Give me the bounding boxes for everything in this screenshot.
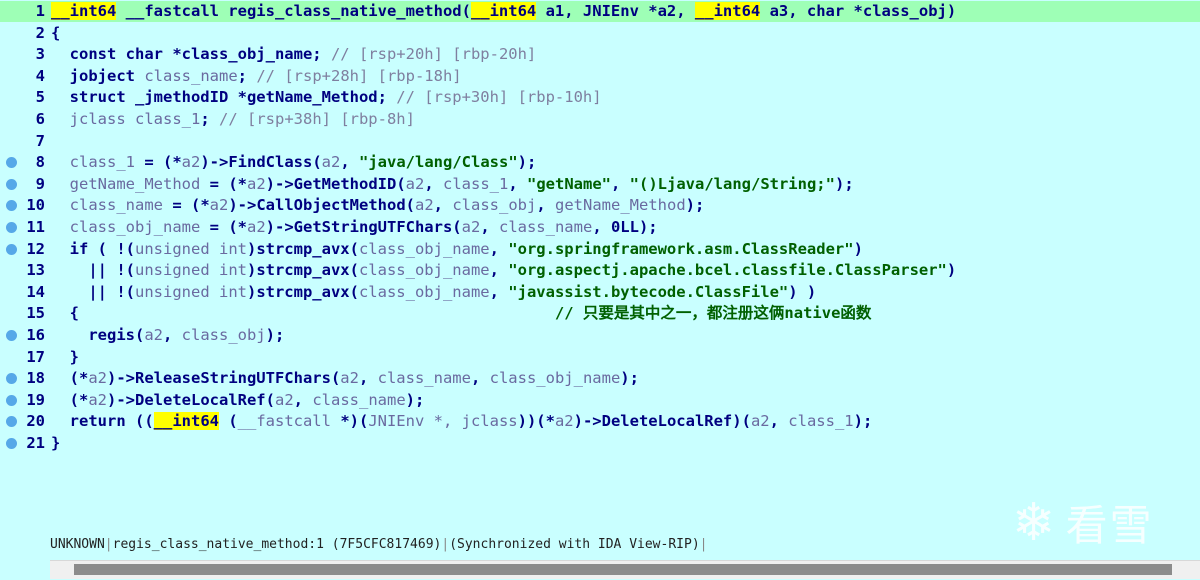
- code-text[interactable]: struct _jmethodID *getName_Method; // [r…: [51, 87, 602, 108]
- watermark-text: 看雪: [1065, 501, 1154, 550]
- code-text[interactable]: || !(unsigned int)strcmp_avx(class_obj_n…: [51, 260, 956, 281]
- snowflake-icon: ❄: [1012, 492, 1056, 553]
- breakpoint-dot-icon[interactable]: [6, 222, 17, 233]
- line-number: 11: [26, 218, 45, 236]
- code-text[interactable]: class_name = (*a2)->CallObjectMethod(a2,…: [51, 195, 705, 216]
- code-text[interactable]: || !(unsigned int)strcmp_avx(class_obj_n…: [51, 282, 816, 303]
- scrollbar-thumb[interactable]: [74, 564, 1172, 575]
- code-text[interactable]: const char *class_obj_name; // [rsp+20h]…: [51, 44, 537, 65]
- code-text[interactable]: }: [51, 347, 79, 368]
- line-number: 14: [26, 282, 45, 301]
- status-sync: (Synchronized with IDA View-RIP): [449, 537, 700, 552]
- code-text[interactable]: jclass class_1; // [rsp+38h] [rbp-8h]: [51, 109, 415, 130]
- line-number: 17: [26, 347, 45, 366]
- line-number: 16: [26, 326, 45, 344]
- line-number: 15: [26, 304, 45, 323]
- code-text[interactable]: regis(a2, class_obj);: [51, 325, 284, 346]
- line-number: 13: [26, 261, 45, 280]
- line-number: 10: [26, 196, 45, 215]
- code-text[interactable]: return ((__int64 (__fastcall *)(JNIEnv *…: [51, 411, 872, 432]
- line-number: 2: [35, 23, 45, 42]
- status-bar: UNKNOWN|regis_class_native_method:1 (7F5…: [50, 537, 708, 552]
- code-text[interactable]: if ( !(unsigned int)strcmp_avx(class_obj…: [51, 239, 863, 260]
- line-number: 7: [35, 131, 45, 150]
- horizontal-scrollbar[interactable]: [50, 560, 1200, 579]
- breakpoint-dot-icon[interactable]: [6, 330, 17, 341]
- line-number: 3: [35, 45, 45, 64]
- pseudocode-view[interactable]: 1 __int64 __fastcall regis_class_native_m…: [0, 0, 1200, 460]
- line-number: 20: [26, 412, 45, 431]
- line-number: 4: [35, 66, 45, 85]
- line-number: 5: [35, 88, 45, 107]
- code-text[interactable]: getName_Method = (*a2)->GetMethodID(a2, …: [51, 174, 854, 195]
- code-text[interactable]: (*a2)->ReleaseStringUTFChars(a2, class_n…: [51, 368, 639, 389]
- line-number: 9: [35, 174, 45, 193]
- code-line[interactable]: 1 __int64 __fastcall regis_class_native_m…: [0, 1, 1200, 22]
- code-text[interactable]: __int64 __fastcall regis_class_native_me…: [51, 1, 956, 22]
- line-number: 8: [35, 153, 45, 172]
- code-text[interactable]: { // 只要是其中之一，都注册这俩native函数: [51, 303, 872, 324]
- breakpoint-dot-icon[interactable]: [6, 157, 17, 169]
- status-location: regis_class_native_method:1 (7F5CFC81746…: [112, 537, 442, 552]
- status-kind: UNKNOWN: [50, 537, 105, 552]
- code-text[interactable]: }: [51, 433, 60, 454]
- line-number: 21: [26, 434, 45, 452]
- breakpoint-dot-icon[interactable]: [6, 438, 17, 449]
- line-number: 12: [26, 239, 45, 258]
- breakpoint-dot-icon[interactable]: [6, 243, 17, 255]
- kanxue-watermark: ❄ 看雪: [1012, 492, 1154, 553]
- code-text[interactable]: class_obj_name = (*a2)->GetStringUTFChar…: [51, 217, 658, 238]
- code-text[interactable]: {: [51, 23, 60, 44]
- breakpoint-dot-icon[interactable]: [6, 394, 17, 406]
- line-number: 1: [35, 2, 45, 20]
- breakpoint-dot-icon[interactable]: [6, 373, 17, 385]
- code-text[interactable]: jobject class_name; // [rsp+28h] [rbp-18…: [51, 66, 462, 87]
- breakpoint-dot-icon[interactable]: [6, 416, 17, 428]
- breakpoint-dot-icon[interactable]: [6, 178, 17, 190]
- line-number: 6: [35, 110, 45, 128]
- code-text[interactable]: (*a2)->DeleteLocalRef(a2, class_name);: [51, 390, 425, 411]
- breakpoint-dot-icon[interactable]: [6, 200, 17, 212]
- line-number: 19: [26, 390, 45, 409]
- code-text[interactable]: class_1 = (*a2)->FindClass(a2, "java/lan…: [51, 152, 537, 173]
- line-number: 18: [26, 369, 45, 388]
